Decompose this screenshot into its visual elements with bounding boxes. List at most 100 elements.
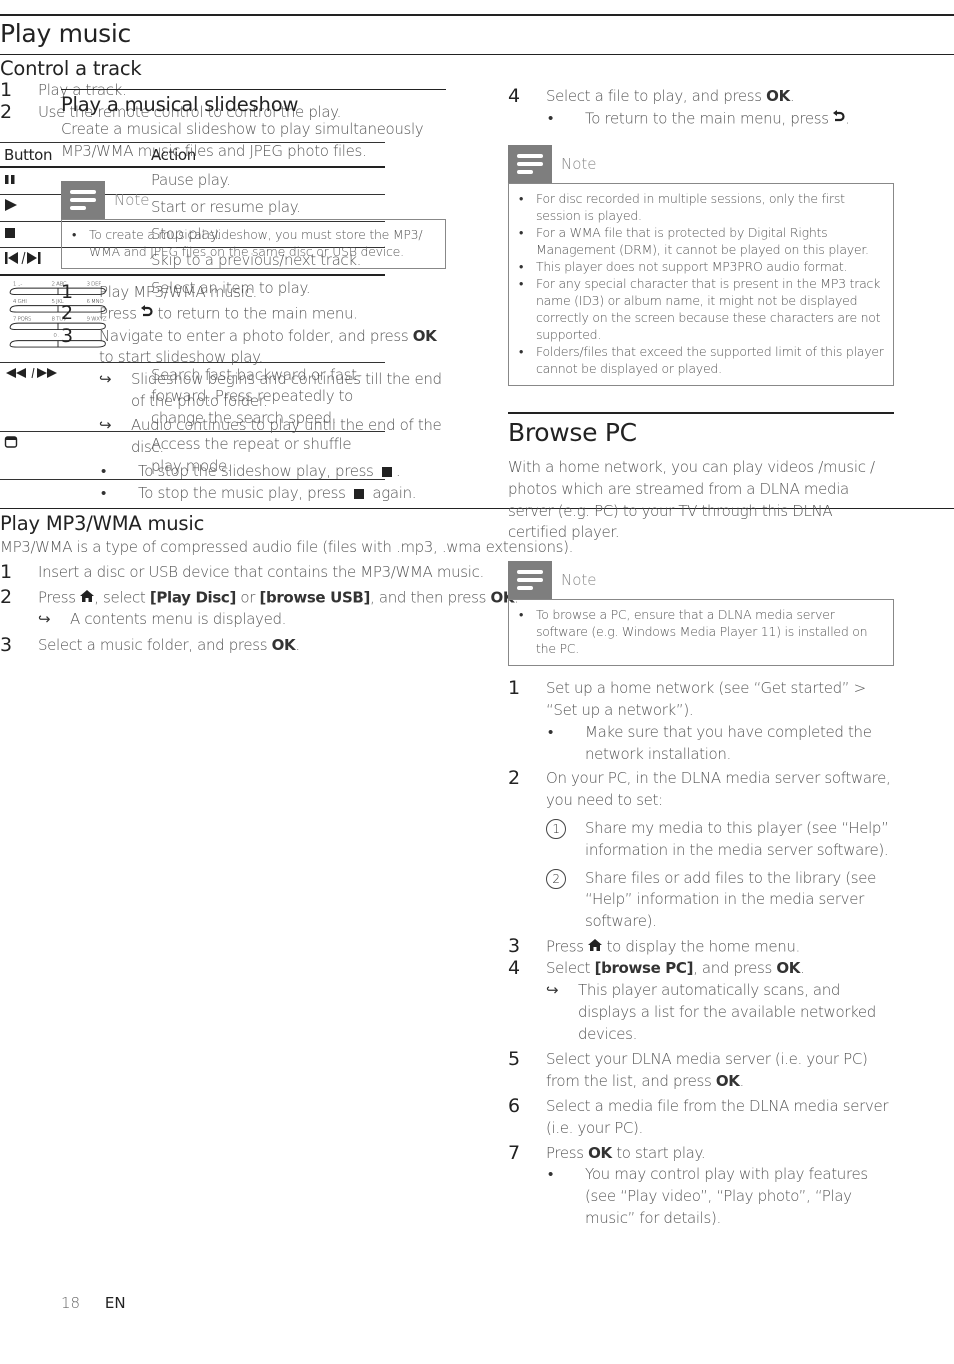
text: , and press — [693, 959, 777, 978]
stop-icon — [381, 466, 392, 477]
svg-text:0 .: 0 . — [53, 333, 60, 339]
bullet-item: • To return to the main menu, press . — [546, 108, 894, 130]
svg-text:3 DEF: 3 DEF — [87, 281, 102, 287]
result-item: ↪ This player automatically scans, and di… — [546, 980, 894, 1045]
step-text: Select your DLNA media server (i.e. your… — [546, 1049, 894, 1093]
text: Set up a home network (see “Get started”… — [546, 679, 866, 719]
note-box: To create a musical slideshow, you must … — [61, 218, 446, 269]
bullet-icon: • — [548, 108, 553, 127]
note-label: Note — [114, 190, 150, 209]
section-divider — [61, 89, 446, 90]
key-label: OK — [412, 326, 437, 345]
text: or — [235, 588, 260, 607]
repeat-shuffle-icon — [4, 434, 18, 456]
note-item: For disc recorded in multiple sessions, … — [517, 190, 885, 224]
text: Select — [546, 959, 595, 978]
svg-text:9 WXYZ: 9 WXYZ — [87, 316, 107, 322]
step-number: 7 — [508, 1141, 520, 1164]
text: To stop the music play, press — [138, 484, 351, 503]
sub-text: Share files or add files to the library … — [585, 868, 876, 931]
numbered-sub-item: 2 Share files or add files to the library… — [546, 868, 894, 933]
step: 1 Play MP3/WMA music. — [61, 281, 446, 304]
text: Select a music folder, and press — [38, 635, 272, 654]
numeric-keypad-icon: 1 .,- 2 ABC 3 DEF 4 GHI 5 JKL 6 MNO 7 PQRS 8 … — [9, 281, 107, 348]
play-icon — [4, 197, 18, 219]
result-text: Slideshow begins and continues till the … — [131, 370, 442, 410]
text: Navigate to enter a photo folder, and pr… — [99, 326, 413, 345]
bullet-item: • To stop the slideshow play, press . — [99, 461, 446, 483]
step-text: Select a media file from the DLNA media … — [546, 1096, 889, 1137]
note-header: Note — [508, 145, 894, 183]
note-label: Note — [561, 155, 597, 173]
note-box: To browse a PC, ensure that a DLNA media… — [508, 599, 894, 667]
note-item: To browse a PC, ensure that a DLNA media… — [517, 606, 885, 657]
home-icon — [588, 936, 603, 958]
note-icon — [508, 145, 552, 183]
step-number: 3 — [0, 633, 12, 656]
bullet-icon: • — [101, 484, 106, 503]
bullet-icon: • — [101, 462, 106, 481]
circled-number-icon: 2 — [546, 868, 566, 889]
step-number: 2 — [508, 767, 520, 790]
step: 3 Navigate to enter a photo folder, and … — [61, 325, 446, 505]
page-footer: 18 EN — [61, 1294, 126, 1312]
text: . — [789, 87, 795, 105]
note-icon — [61, 180, 105, 219]
bullet-item: • You may control play with play features… — [546, 1164, 894, 1229]
slideshow-heading: Play a musical slideshow — [61, 93, 299, 116]
text: , select — [94, 588, 150, 607]
step: 2 Press to return to the main menu. — [61, 302, 446, 325]
note-item: For a WMA file that is protected by Digi… — [517, 224, 885, 258]
bullet-text: You may control play with play features … — [585, 1165, 868, 1227]
text: again. — [368, 484, 417, 503]
bullet-text: Make sure that you have completed the ne… — [585, 722, 872, 763]
step-number: 4 — [508, 85, 520, 107]
bullet-item: • To stop the music play, press again. — [99, 483, 446, 505]
note-item: Folders/files that exceed the supported … — [517, 343, 885, 377]
step: 1 Set up a home network (see “Get starte… — [508, 677, 894, 765]
step-number: 4 — [508, 957, 520, 980]
step: 4 Select [browse PC], and press OK. ↪ Thi… — [508, 957, 894, 1045]
svg-text:8 TUV: 8 TUV — [52, 316, 67, 322]
key-label: OK — [271, 635, 296, 654]
text: . — [845, 109, 850, 128]
step: 2 On your PC, in the DLNA media server s… — [508, 768, 894, 933]
text: . — [295, 635, 300, 654]
step-number: 1 — [508, 677, 520, 700]
svg-text:6 MNO: 6 MNO — [87, 299, 104, 305]
result-text: This player automatically scans, and dis… — [578, 980, 876, 1043]
step: 3 Press to display the home menu. — [508, 935, 894, 958]
step-number: 1 — [0, 79, 12, 101]
step-text: Press to return to the main menu. — [99, 303, 446, 325]
numbered-sub-item: 1 Share my media to this player (see “Hel… — [546, 818, 894, 862]
text: to display the home menu. — [602, 937, 801, 956]
step: 7 Press OK to start play. • You may contr… — [508, 1141, 894, 1230]
skip-prev-next-icon — [4, 250, 44, 272]
text: , and then press — [370, 588, 491, 607]
back-icon — [833, 108, 845, 130]
svg-text:4 GHI: 4 GHI — [13, 299, 27, 305]
svg-text:1 .,-: 1 .,- — [13, 281, 22, 287]
note-box: For disc recorded in multiple sessions, … — [508, 183, 894, 386]
step-text: Play MP3/WMA music. — [99, 282, 257, 301]
svg-text:7 PQRS: 7 PQRS — [13, 316, 32, 322]
step-text: On your PC, in the DLNA media server sof… — [546, 768, 894, 933]
text: On your PC, in the DLNA media server sof… — [546, 769, 891, 810]
text: Press — [546, 1143, 589, 1162]
text: Select your DLNA media server (i.e. your… — [546, 1050, 868, 1091]
note-block: Note For disc recorded in multiple sessi… — [508, 145, 894, 386]
result-arrow-icon: ↪ — [99, 415, 112, 434]
home-icon — [80, 587, 95, 609]
step-text: Select [browse PC], and press OK. ↪ This … — [546, 958, 894, 1045]
text: to start play. — [611, 1143, 706, 1162]
step-text: Set up a home network (see “Get started”… — [546, 678, 894, 765]
result-item: ↪ Slideshow begins and continues till the… — [99, 369, 446, 413]
note-item: To create a musical slideshow, you must … — [70, 226, 437, 260]
svg-text:2 ABC: 2 ABC — [52, 281, 67, 287]
text: to start slideshow play. — [99, 348, 263, 367]
circled-number-icon: 1 — [546, 818, 566, 839]
note-icon — [508, 561, 552, 600]
note-block: Note To browse a PC, ensure that a DLNA … — [508, 561, 894, 667]
text: to return to the main menu. — [153, 304, 358, 323]
note-label: Note — [561, 571, 597, 590]
